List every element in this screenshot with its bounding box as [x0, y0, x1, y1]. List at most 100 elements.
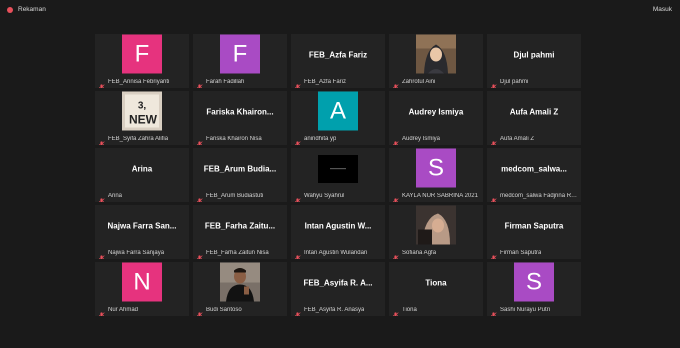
participant-tile[interactable]: Audrey Ismiya Audrey Ismiya — [389, 91, 483, 145]
participant-display-name: medcom_salwa... — [501, 164, 567, 174]
participant-tile[interactable]: S Sashi Nurayu Putri — [487, 262, 581, 316]
participant-name-label: Intan Agustin Wulandari — [304, 249, 368, 256]
mic-muted-icon — [392, 78, 399, 88]
participant-tile[interactable]: Wahyu Syahrul — [291, 148, 385, 202]
participant-display-name: Tiona — [425, 278, 447, 288]
participant-footer: Tiona — [392, 306, 481, 316]
participant-name-label: Farah Fadillah — [206, 78, 245, 85]
mic-muted-icon — [294, 192, 301, 202]
participant-tile[interactable]: medcom_salwa... medcom_salwa Fadjrina Ra.… — [487, 148, 581, 202]
participant-name-label: FEB_Azfa Fariz — [304, 78, 347, 85]
recording-indicator[interactable]: Rekaman — [7, 6, 46, 13]
participant-footer: medcom_salwa Fadjrina Ra... — [490, 192, 579, 202]
participant-display-name: FEB_Asyifa R. A... — [303, 278, 373, 288]
participant-footer: Najwa Farra Sanjaya — [98, 249, 187, 259]
mic-muted-icon — [196, 135, 203, 145]
participant-tile[interactable]: Djul pahmi Djul pahmi — [487, 34, 581, 88]
participant-footer: FEB_Syifa Zahra Alifia — [98, 135, 187, 145]
participant-footer: Djul pahmi — [490, 78, 579, 88]
participant-display-name: Arina — [131, 164, 153, 174]
mic-muted-icon — [294, 249, 301, 259]
enter-button[interactable]: Masuk — [653, 6, 672, 13]
avatar: A — [318, 91, 358, 131]
participant-footer: Fariska Khairon Nisa — [196, 135, 285, 145]
participant-tile[interactable]: FEB_Azfa Fariz FEB_Azfa Fariz — [291, 34, 385, 88]
mic-muted-icon — [98, 249, 105, 259]
avatar: S — [514, 262, 554, 302]
mic-muted-icon — [490, 249, 497, 259]
participant-tile[interactable]: FEB_Asyifa R. A... FEB_Asyifa R. Anasya — [291, 262, 385, 316]
mic-muted-icon — [196, 249, 203, 259]
participant-footer: Audrey Ismiya — [392, 135, 481, 145]
avatar: F — [122, 34, 162, 74]
participant-tile[interactable]: Aufa Amali Z Aufa Amali Z — [487, 91, 581, 145]
participant-tile[interactable]: Zahrotul Aini — [389, 34, 483, 88]
mic-muted-icon — [392, 135, 399, 145]
participant-display-name: Firman Saputra — [504, 221, 564, 231]
participant-tile[interactable]: Najwa Farra San... Najwa Farra Sanjaya — [95, 205, 189, 259]
participant-name-label: FEB_Asyifa R. Anasya — [304, 306, 365, 313]
participant-tile[interactable]: Sofiana Agfa — [389, 205, 483, 259]
participant-name-label: Nur Ahmad — [108, 306, 139, 313]
participant-tile[interactable]: Intan Agustin W... Intan Agustin Wulandar… — [291, 205, 385, 259]
participant-display-name: Intan Agustin W... — [304, 221, 372, 231]
avatar: S — [416, 148, 456, 188]
participant-name-label: medcom_salwa Fadjrina Ra... — [500, 192, 579, 199]
mic-muted-icon — [98, 78, 105, 88]
svg-text:3,: 3, — [138, 101, 147, 112]
participant-tile[interactable]: F FEB_Annisa Febriyanti — [95, 34, 189, 88]
participant-tile[interactable]: Arina Arina — [95, 148, 189, 202]
participant-tile[interactable]: FEB_Arum Budia... FEB_Arum Budiastuti — [193, 148, 287, 202]
participant-display-name: Djul pahmi — [513, 50, 555, 60]
avatar: N — [122, 262, 162, 302]
mic-muted-icon — [98, 135, 105, 145]
mic-muted-icon — [196, 306, 203, 316]
participant-name-label: Djul pahmi — [500, 78, 529, 85]
participant-footer: Sofiana Agfa — [392, 249, 481, 259]
participant-display-name: Najwa Farra San... — [107, 221, 177, 231]
participant-footer: Wahyu Syahrul — [294, 192, 383, 202]
participant-footer: FEB_Farha Zaitun Nisa — [196, 249, 285, 259]
participant-footer: Sashi Nurayu Putri — [490, 306, 579, 316]
participant-tile[interactable]: N Nur Ahmad — [95, 262, 189, 316]
participant-display-name: FEB_Azfa Fariz — [308, 50, 368, 60]
participant-name-label: Najwa Farra Sanjaya — [108, 249, 165, 256]
participant-display-name: Fariska Khairon... — [206, 107, 274, 117]
participant-tile[interactable]: 3, NEW FEB_Syifa Zahra Alifia — [95, 91, 189, 145]
mic-muted-icon — [196, 78, 203, 88]
participant-name-label: anindhita yp — [304, 135, 337, 142]
mic-muted-icon — [490, 306, 497, 316]
participant-name-label: Sofiana Agfa — [402, 249, 437, 256]
participant-name-label: Audrey Ismiya — [402, 135, 441, 142]
participant-name-label: Zahrotul Aini — [402, 78, 436, 85]
mic-muted-icon — [98, 306, 105, 316]
mic-muted-icon — [98, 192, 105, 202]
participant-tile[interactable]: F Farah Fadillah — [193, 34, 287, 88]
participant-name-label: Firman Saputra — [500, 249, 542, 256]
mic-muted-icon — [196, 192, 203, 202]
participant-video — [416, 34, 456, 74]
participant-footer: FEB_Arum Budiastuti — [196, 192, 285, 202]
participant-tile[interactable]: Aanindhita yp — [291, 91, 385, 145]
participant-name-label: FEB_Syifa Zahra Alifia — [108, 135, 169, 142]
participant-name-label: Arina — [108, 192, 123, 199]
avatar: F — [220, 34, 260, 74]
participant-tile[interactable]: Budi Santoso — [193, 262, 287, 316]
participant-tile[interactable]: Fariska Khairon... Fariska Khairon Nisa — [193, 91, 287, 145]
participant-name-label: Wahyu Syahrul — [304, 192, 345, 199]
participant-name-label: FEB_Farha Zaitun Nisa — [206, 249, 269, 256]
participant-tile[interactable]: S KAYLA NUR SABRINA 2021 — [389, 148, 483, 202]
participant-footer: FEB_Asyifa R. Anasya — [294, 306, 383, 316]
record-dot-icon — [7, 6, 13, 13]
participant-footer: Farah Fadillah — [196, 78, 285, 88]
participant-footer: Firman Saputra — [490, 249, 579, 259]
participant-tile[interactable]: FEB_Farha Zaitu... FEB_Farha Zaitun Nisa — [193, 205, 287, 259]
mic-muted-icon — [294, 135, 301, 145]
participant-tile[interactable]: Firman Saputra Firman Saputra — [487, 205, 581, 259]
participant-video: 3, NEW — [122, 91, 162, 131]
participant-name-label: KAYLA NUR SABRINA 2021 — [402, 192, 478, 199]
participant-tile[interactable]: Tiona Tiona — [389, 262, 483, 316]
participant-footer: Nur Ahmad — [98, 306, 187, 316]
participant-footer: Zahrotul Aini — [392, 78, 481, 88]
mic-muted-icon — [294, 78, 301, 88]
